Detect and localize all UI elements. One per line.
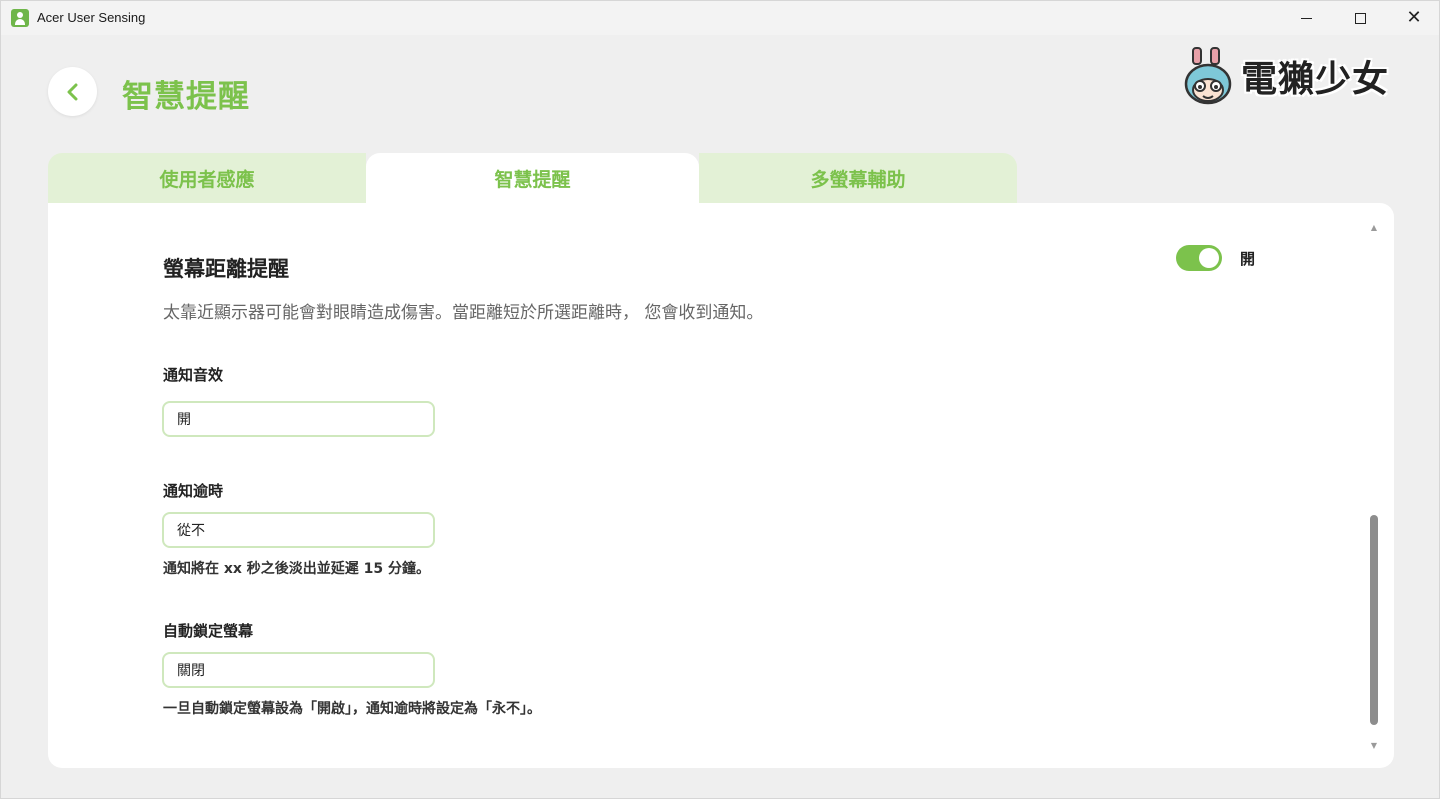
app-window: Acer User Sensing ✕ 智慧提醒 電獺少女 使用者感應 智慧提醒… [0, 0, 1440, 799]
tab-user-sensing[interactable]: 使用者感應 [48, 153, 366, 203]
timeout-hint: 通知將在 xx 秒之後淡出並延遲 15 分鐘。 [163, 561, 431, 577]
autolock-hint: 一旦自動鎖定螢幕設為「開啟」，通知逾時將設定為「永不」。 [163, 701, 541, 717]
section-title: 螢幕距離提醒 [163, 257, 289, 281]
toggle-state-label: 開 [1240, 250, 1256, 268]
maximize-icon [1354, 12, 1366, 24]
maximize-button[interactable] [1333, 1, 1387, 35]
section-description: 太靠近顯示器可能會對眼睛造成傷害。當距離短於所選距離時， 您會收到通知。 [163, 303, 764, 323]
autolock-label: 自動鎖定螢幕 [163, 622, 254, 640]
back-button[interactable] [48, 67, 97, 116]
timeout-select[interactable]: 從不 [162, 512, 435, 548]
tab-multi-screen[interactable]: 多螢幕輔助 [699, 153, 1017, 203]
sound-label: 通知音效 [163, 366, 224, 384]
watermark-logo: 電獺少女 [1181, 45, 1401, 107]
close-button[interactable]: ✕ [1387, 1, 1440, 35]
mascot-icon [1184, 47, 1232, 105]
sound-select[interactable]: 開 [162, 401, 435, 437]
tab-bar: 使用者感應 智慧提醒 多螢幕輔助 [48, 153, 1017, 203]
logo-text: 電獺少女 [1241, 59, 1390, 100]
timeout-label: 通知逾時 [163, 482, 224, 500]
autolock-select[interactable]: 關閉 [162, 652, 435, 688]
tab-smart-reminder[interactable]: 智慧提醒 [366, 153, 699, 203]
close-icon: ✕ [1406, 7, 1422, 28]
toggle-knob [1199, 248, 1219, 268]
page-title: 智慧提醒 [122, 79, 250, 115]
scroll-up-arrow-icon[interactable]: ▲ [1369, 223, 1379, 233]
minimize-icon [1300, 17, 1312, 19]
window-title: Acer User Sensing [37, 10, 146, 25]
settings-panel: 螢幕距離提醒 太靠近顯示器可能會對眼睛造成傷害。當距離短於所選距離時， 您會收到… [48, 203, 1394, 768]
distance-reminder-toggle[interactable] [1176, 245, 1222, 271]
scroll-down-arrow-icon[interactable]: ▼ [1369, 741, 1379, 751]
chevron-left-icon [67, 83, 77, 100]
scrollbar-thumb[interactable] [1370, 515, 1378, 725]
title-bar: Acer User Sensing ✕ [1, 1, 1439, 35]
app-icon [11, 9, 29, 27]
minimize-button[interactable] [1279, 1, 1333, 35]
